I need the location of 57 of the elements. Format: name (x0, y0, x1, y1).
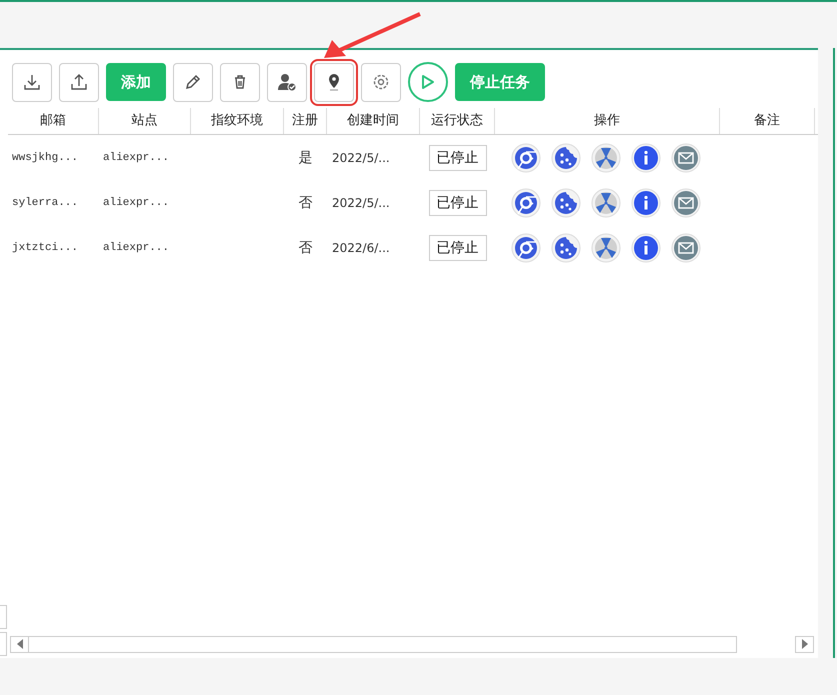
table-cell-text: jxtztci... (11, 242, 80, 254)
pencil-icon (183, 72, 203, 92)
column-header: 指纹环境 (191, 108, 284, 134)
scroll-left-button[interactable] (10, 636, 29, 652)
browser-icon[interactable] (511, 188, 541, 218)
delete-button[interactable] (220, 62, 260, 102)
mail-icon[interactable] (671, 232, 701, 262)
table-cell-text: sylerra... (11, 196, 80, 208)
status-button[interactable]: 已停止 (428, 190, 486, 216)
cookie-icon[interactable] (551, 142, 581, 172)
cookie-icon[interactable] (551, 188, 581, 218)
browser-icon[interactable] (511, 232, 541, 262)
table-cell-text: 2022/5/... (331, 196, 391, 210)
settings-button[interactable] (361, 62, 401, 102)
table-cell-text: aliexpr... (102, 242, 170, 254)
column-header: 创建时间 (327, 108, 420, 134)
mail-icon[interactable] (671, 188, 701, 218)
input-field[interactable] (0, 632, 7, 656)
column-header: 操作 (495, 108, 720, 134)
input-field[interactable] (0, 605, 7, 629)
scroll-right-button[interactable] (795, 636, 814, 652)
upload-icon (69, 72, 89, 92)
right-triangle-icon (802, 639, 808, 649)
table-cell: 是 (298, 148, 312, 166)
table-cell-text: aliexpr... (102, 152, 170, 164)
column-header: 邮箱 (8, 108, 99, 134)
mail-icon[interactable] (671, 142, 701, 172)
status-button[interactable]: 已停止 (428, 144, 486, 170)
browser-icon[interactable] (511, 142, 541, 172)
info-icon[interactable] (631, 188, 661, 218)
download-button[interactable] (12, 62, 52, 102)
table-cell-text: 2022/5/... (331, 150, 391, 164)
table-cell-text: aliexpr... (102, 196, 170, 208)
fan-icon[interactable] (591, 232, 621, 262)
info-icon[interactable] (631, 232, 661, 262)
column-header: 运行状态 (420, 108, 495, 134)
table-cell: 否 (298, 238, 312, 256)
upload-button[interactable] (59, 62, 99, 102)
play-icon (421, 74, 435, 90)
table-cell: 否 (298, 194, 312, 212)
settings-icon (371, 72, 391, 92)
scrollbar-track[interactable] (29, 636, 737, 652)
column-header: 站点 (99, 108, 191, 134)
column-header: 备注 (720, 108, 815, 134)
download-icon (22, 72, 42, 92)
user-check-button[interactable] (267, 62, 307, 102)
info-icon[interactable] (631, 142, 661, 172)
fan-icon[interactable] (591, 188, 621, 218)
status-button[interactable]: 已停止 (428, 234, 486, 260)
column-header: 注册 (284, 108, 327, 134)
edit-button[interactable] (173, 62, 213, 102)
fan-icon[interactable] (591, 142, 621, 172)
table-cell-text: 2022/6/... (331, 240, 391, 254)
table-cell-text: wwsjkhg... (11, 152, 80, 164)
left-triangle-icon (16, 639, 22, 649)
cookie-icon[interactable] (551, 232, 581, 262)
user-check-icon (277, 72, 297, 92)
